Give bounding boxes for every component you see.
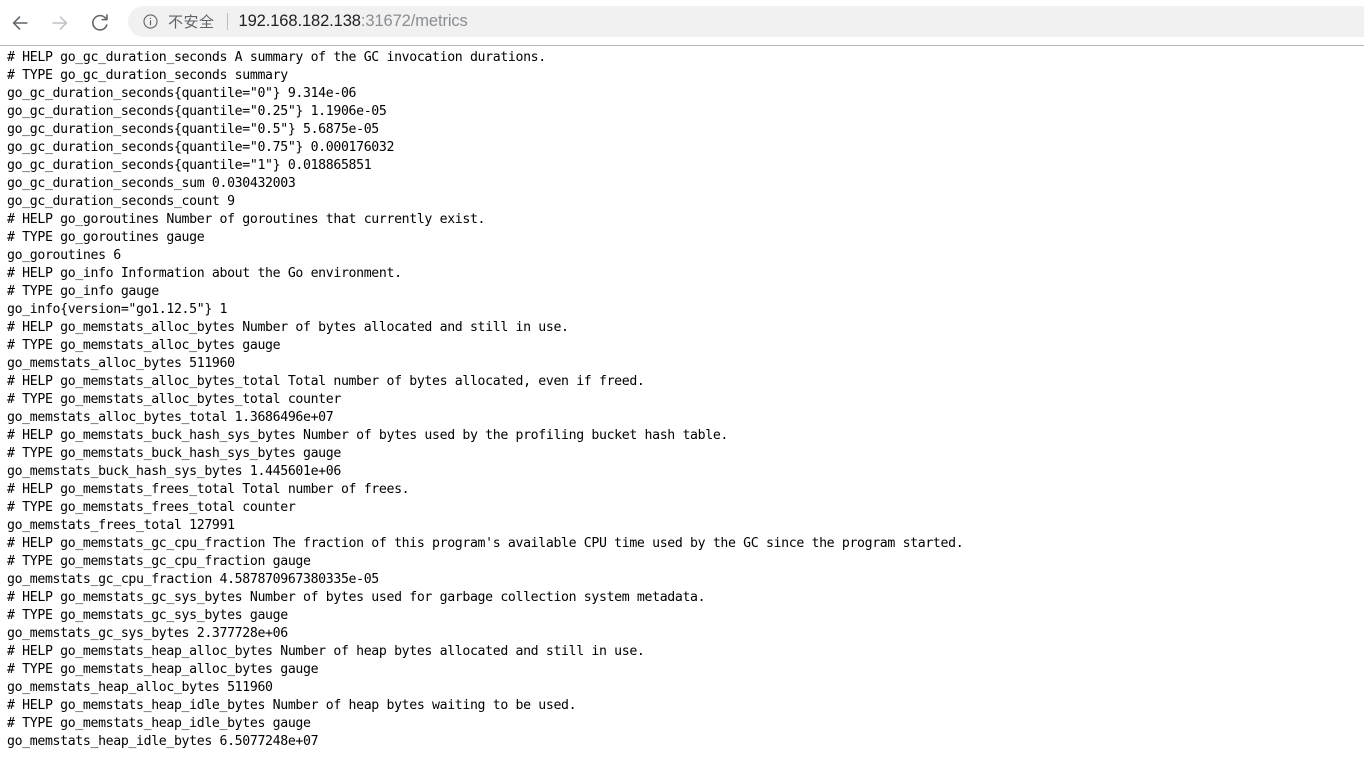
metrics-line: go_memstats_heap_alloc_bytes 511960 xyxy=(7,680,273,695)
address-bar[interactable]: 不安全 192.168.182.138:31672/metrics xyxy=(128,6,1364,37)
metrics-line: go_gc_duration_seconds_sum 0.030432003 xyxy=(7,176,296,191)
metrics-line: go_memstats_buck_hash_sys_bytes 1.445601… xyxy=(7,464,341,479)
metrics-line: go_gc_duration_seconds{quantile="1"} 0.0… xyxy=(7,158,372,173)
metrics-line: go_gc_duration_seconds{quantile="0.5"} 5… xyxy=(7,122,379,137)
metrics-line: go_info{version="go1.12.5"} 1 xyxy=(7,302,228,317)
url-path: :31672/metrics xyxy=(360,12,468,30)
security-status-label: 不安全 xyxy=(168,14,215,31)
metrics-line: # TYPE go_info gauge xyxy=(7,284,159,299)
metrics-line: go_gc_duration_seconds_count 9 xyxy=(7,194,235,209)
page-viewport: # HELP go_gc_duration_seconds A summary … xyxy=(0,46,1364,762)
metrics-line: # HELP go_memstats_gc_sys_bytes Number o… xyxy=(7,590,706,605)
metrics-line: go_memstats_gc_sys_bytes 2.377728e+06 xyxy=(7,626,288,641)
omnibox-divider xyxy=(226,13,228,30)
metrics-line: go_memstats_alloc_bytes 511960 xyxy=(7,356,235,371)
browser-toolbar: 不安全 192.168.182.138:31672/metrics xyxy=(0,0,1364,46)
metrics-line: # HELP go_memstats_alloc_bytes Number of… xyxy=(7,320,569,335)
metrics-line: # TYPE go_memstats_buck_hash_sys_bytes g… xyxy=(7,446,341,461)
metrics-line: go_gc_duration_seconds{quantile="0.75"} … xyxy=(7,140,395,155)
metrics-line: go_memstats_alloc_bytes_total 1.3686496e… xyxy=(7,410,334,425)
metrics-line: # TYPE go_memstats_gc_sys_bytes gauge xyxy=(7,608,288,623)
metrics-line: # TYPE go_memstats_alloc_bytes gauge xyxy=(7,338,281,353)
metrics-line: # HELP go_memstats_gc_cpu_fraction The f… xyxy=(7,536,964,551)
metrics-line: # HELP go_memstats_heap_idle_bytes Numbe… xyxy=(7,698,577,713)
info-circle-icon[interactable] xyxy=(142,13,159,30)
arrow-left-icon xyxy=(9,12,31,34)
metrics-line: # HELP go_memstats_heap_alloc_bytes Numb… xyxy=(7,644,645,659)
metrics-line: go_gc_duration_seconds{quantile="0"} 9.3… xyxy=(7,86,357,101)
metrics-line: # HELP go_memstats_frees_total Total num… xyxy=(7,482,410,497)
metrics-line: # TYPE go_memstats_alloc_bytes_total cou… xyxy=(7,392,341,407)
arrow-right-icon xyxy=(49,12,71,34)
forward-button[interactable] xyxy=(40,3,80,43)
metrics-line: # HELP go_memstats_alloc_bytes_total Tot… xyxy=(7,374,645,389)
url-display[interactable]: 192.168.182.138:31672/metrics xyxy=(239,12,468,31)
metrics-plaintext: # HELP go_gc_duration_seconds A summary … xyxy=(0,46,1364,751)
metrics-line: go_memstats_heap_idle_bytes 6.5077248e+0… xyxy=(7,734,319,749)
reload-icon xyxy=(89,12,111,34)
metrics-line: # HELP go_gc_duration_seconds A summary … xyxy=(7,50,546,65)
metrics-line: # TYPE go_gc_duration_seconds summary xyxy=(7,68,288,83)
metrics-line: # HELP go_memstats_buck_hash_sys_bytes N… xyxy=(7,428,729,443)
metrics-line: # TYPE go_memstats_heap_alloc_bytes gaug… xyxy=(7,662,319,677)
back-button[interactable] xyxy=(0,3,40,43)
metrics-line: # TYPE go_goroutines gauge xyxy=(7,230,205,245)
url-host: 192.168.182.138 xyxy=(238,12,361,30)
reload-button[interactable] xyxy=(80,3,120,43)
metrics-line: # HELP go_goroutines Number of goroutine… xyxy=(7,212,486,227)
metrics-line: go_memstats_gc_cpu_fraction 4.5878709673… xyxy=(7,572,379,587)
metrics-line: # TYPE go_memstats_heap_idle_bytes gauge xyxy=(7,716,311,731)
metrics-line: # TYPE go_memstats_gc_cpu_fraction gauge xyxy=(7,554,311,569)
metrics-line: go_memstats_frees_total 127991 xyxy=(7,518,235,533)
metrics-line: go_goroutines 6 xyxy=(7,248,121,263)
metrics-line: go_gc_duration_seconds{quantile="0.25"} … xyxy=(7,104,387,119)
metrics-line: # TYPE go_memstats_frees_total counter xyxy=(7,500,296,515)
metrics-line: # HELP go_info Information about the Go … xyxy=(7,266,402,281)
